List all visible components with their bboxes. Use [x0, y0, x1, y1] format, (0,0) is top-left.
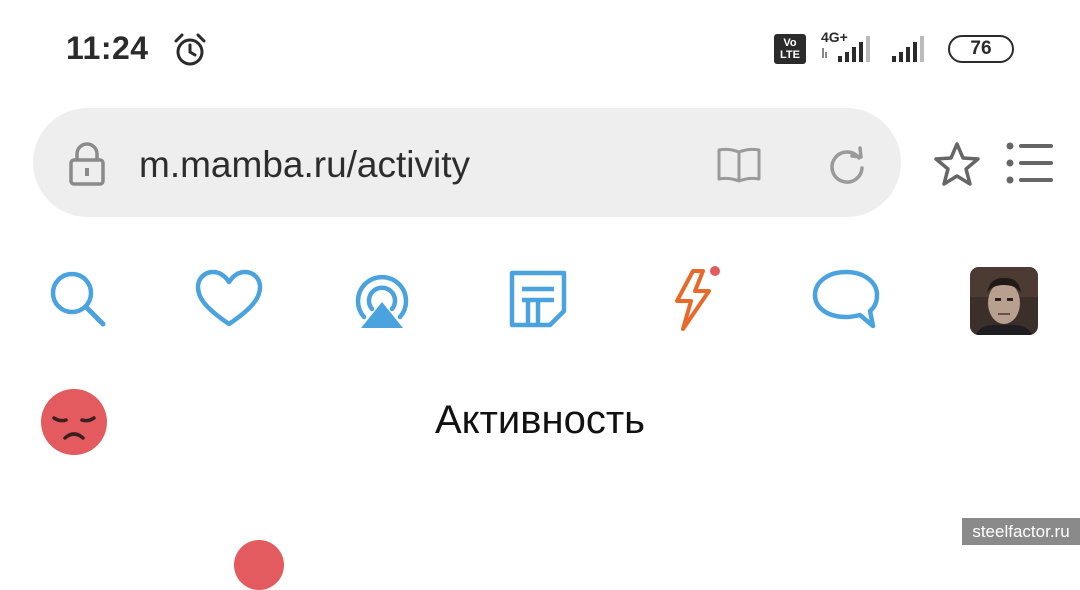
status-bar: 11:24 Vo LTE 4G+ 76: [0, 0, 1080, 100]
star-icon[interactable]: [932, 140, 982, 193]
list-item-avatar[interactable]: [234, 540, 284, 590]
nav-likes[interactable]: [189, 262, 269, 340]
avatar[interactable]: [970, 267, 1038, 335]
watermark: steelfactor.ru: [962, 518, 1080, 545]
url-text[interactable]: m.mamba.ru/activity: [139, 144, 470, 186]
lock-icon[interactable]: [67, 142, 107, 191]
battery-indicator: 76: [948, 35, 1014, 63]
volte-badge: Vo LTE: [774, 34, 806, 64]
nav-broadcast[interactable]: [342, 262, 422, 340]
chat-icon[interactable]: [811, 268, 881, 335]
alarm-icon: [172, 32, 208, 73]
search-icon[interactable]: [47, 268, 109, 335]
heart-icon[interactable]: [194, 269, 264, 334]
app-navigation: [0, 262, 1080, 342]
nav-messages[interactable]: [806, 262, 886, 340]
notes-icon[interactable]: [508, 269, 568, 334]
reload-icon[interactable]: [826, 144, 868, 191]
radar-icon[interactable]: [352, 268, 412, 335]
nav-notes[interactable]: [498, 262, 578, 340]
signal-icon: [890, 34, 935, 69]
book-icon[interactable]: [716, 146, 762, 189]
nav-search[interactable]: [38, 262, 118, 340]
page-title: Активность: [434, 398, 646, 442]
nav-activity[interactable]: [653, 262, 733, 340]
clock: 11:24: [66, 30, 149, 66]
signal-icon: [820, 34, 880, 69]
lightning-icon[interactable]: [665, 265, 721, 338]
menu-icon[interactable]: [1005, 141, 1055, 190]
address-bar[interactable]: m.mamba.ru/activity: [33, 108, 901, 217]
